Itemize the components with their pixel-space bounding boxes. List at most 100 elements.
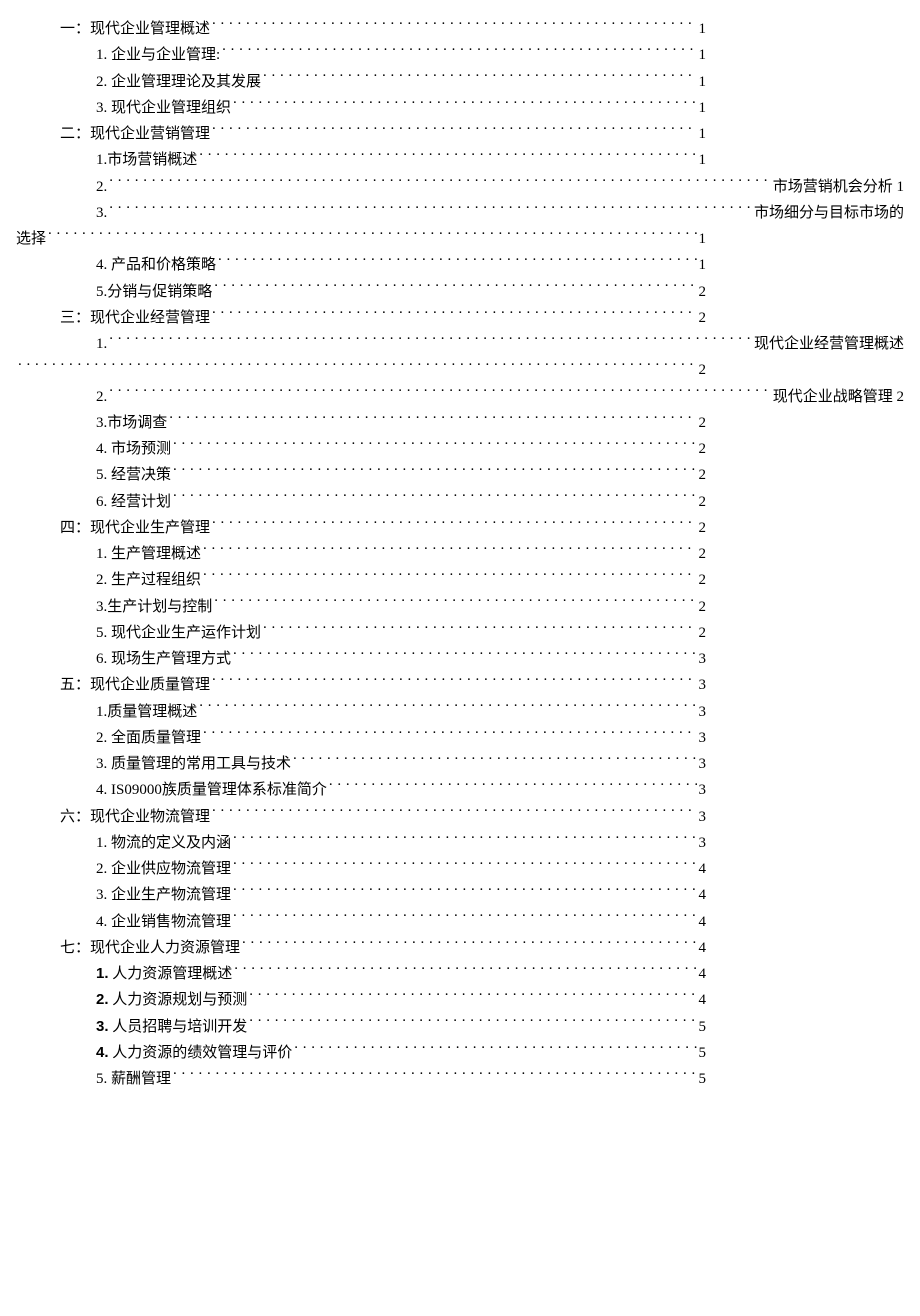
toc-entry: 4. 人力资源的绩效管理与评价 5 [96,1040,706,1066]
toc-entry-page: 1 [699,226,707,252]
toc-entry: 1. 现代企业经营管理概述 [96,331,904,357]
dot-leader [199,701,696,716]
toc-entry-page: 2 [699,410,707,436]
dot-leader [218,254,696,269]
toc-entry: 四：现代企业生产管理2 [60,515,706,541]
toc-entry-label: 2. 企业供应物流管理 [96,856,231,882]
toc-entry-label: 1. 生产管理概述 [96,541,201,567]
toc-entry-label: 2. [96,384,107,410]
toc-entry-page: 3 [699,725,707,751]
dot-leader [234,963,696,978]
toc-entry-label: 三：现代企业经营管理 [60,305,210,331]
toc-entry-trailing: 市场细分与目标市场的 [754,200,904,226]
toc-entry-label: 4. IS09000族质量管理体系标准简介 [96,777,327,803]
dot-leader [233,97,696,112]
toc-entry: 五：现代企业质量管理3 [60,672,706,698]
toc-entry: 2. 企业供应物流管理4 [96,856,706,882]
toc-entry-label: 1. 企业与企业管理: [96,42,220,68]
dot-leader [203,569,696,584]
toc-entry-label: 4. 人力资源的绩效管理与评价 [96,1040,292,1066]
toc-entry-label: 四：现代企业生产管理 [60,515,210,541]
dot-leader [203,543,696,558]
dot-leader [109,176,770,191]
toc-entry: 三：现代企业经营管理 2 [60,305,706,331]
toc-entry: 3. 质量管理的常用工具与技术 3 [96,751,706,777]
toc-entry-page: 3 [699,699,707,725]
toc-entry-label: 3. [96,200,107,226]
toc-entry: 5. 现代企业生产运作计划2 [96,620,706,646]
dot-leader [212,123,696,138]
toc-entry-page: 2 [699,620,707,646]
toc-entry-page: 4 [699,882,707,908]
toc-entry: 1. 人力资源管理概述4 [96,961,706,987]
toc-entry-label: 3. 质量管理的常用工具与技术 [96,751,291,777]
dot-leader [263,71,696,86]
toc-entry-page: 2 [699,594,707,620]
toc-entry-label: 1.质量管理概述 [96,699,197,725]
toc-entry: 1. 生产管理概述2 [96,541,706,567]
toc-entry: 4. 市场预测2 [96,436,706,462]
toc-entry: 3. 人员招聘与培训开发5 [96,1014,706,1040]
toc-entry-label: 1. [96,331,107,357]
toc-entry-page: 2 [699,567,707,593]
toc-entry-label: 3. 现代企业管理组织 [96,95,231,121]
toc-entry-label: 3. 企业生产物流管理 [96,882,231,908]
toc-entry-page: 5 [699,1040,707,1066]
toc-entry: 七：现代企业人力资源管理4 [60,935,706,961]
toc-entry-page: 2 [699,305,707,331]
dot-leader [173,1068,696,1083]
toc-entry: 6. 现场生产管理方式3 [96,646,706,672]
toc-entry: 3.生产计划与控制2 [96,594,706,620]
dot-leader [173,491,696,506]
toc-entry-page: 1 [699,121,707,147]
toc-entry-label: 3. 人员招聘与培训开发 [96,1014,247,1040]
dot-leader [222,44,696,59]
toc-entry-label: 5. 经营决策 [96,462,171,488]
toc-entry-label: 4. 市场预测 [96,436,171,462]
toc-entry: 2. 人力资源规划与预测4 [96,987,706,1013]
dot-leader [212,806,696,821]
toc-entry-label: 一：现代企业管理概述 [60,16,210,42]
toc-entry-page: 3 [699,672,707,698]
dot-leader [233,911,696,926]
dot-leader [329,779,697,794]
toc-entry-label: 1. 人力资源管理概述 [96,961,232,987]
toc-entry-label: 2. [96,174,107,200]
dot-leader [233,832,696,847]
toc-entry: 5.分销与促销策略 2 [96,279,706,305]
toc-entry-label: 5.分销与促销策略 [96,279,212,305]
dot-leader [233,884,696,899]
toc-entry: 1. 企业与企业管理:1 [96,42,706,68]
toc-entry: 1.市场营销概述1 [96,147,706,173]
toc-entry-page: 1 [699,16,707,42]
toc-entry-label: 2. 人力资源规划与预测 [96,987,247,1013]
toc-entry-label: 六：现代企业物流管理 [60,804,210,830]
toc-entry: 3.市场调查2 [96,410,706,436]
toc-entry-trailing: 市场营销机会分析 1 [773,174,904,200]
table-of-contents: 一：现代企业管理概述 11. 企业与企业管理:12. 企业管理理论及其发展13.… [16,16,900,1092]
toc-entry: 二：现代企业营销管理1 [60,121,706,147]
dot-leader [212,307,696,322]
dot-leader [263,622,696,637]
dot-leader [173,438,696,453]
toc-entry: 3. 现代企业管理组织1 [96,95,706,121]
toc-entry-label: 2. 企业管理理论及其发展 [96,69,261,95]
toc-entry-page: 2 [699,279,707,305]
toc-entry-page: 2 [699,357,707,383]
toc-entry-label: 6. 经营计划 [96,489,171,515]
dot-leader [48,228,696,243]
toc-entry-label: 1. 物流的定义及内涵 [96,830,231,856]
toc-entry: 1.质量管理概述 3 [96,699,706,725]
dot-leader [249,1016,696,1031]
toc-entry: 3. 企业生产物流管理 4 [96,882,706,908]
toc-entry-page: 1 [699,147,707,173]
toc-entry: 2. 市场营销机会分析 1 [96,174,904,200]
toc-entry-page: 3 [699,751,707,777]
dot-leader [199,149,696,164]
dot-leader [214,281,696,296]
toc-entry-page: 4 [699,935,707,961]
toc-entry-label: 4. 产品和价格策略 [96,252,216,278]
toc-entry-trailing: 现代企业经营管理概述 [754,331,904,357]
dot-leader [249,989,696,1004]
dot-leader [109,202,752,217]
